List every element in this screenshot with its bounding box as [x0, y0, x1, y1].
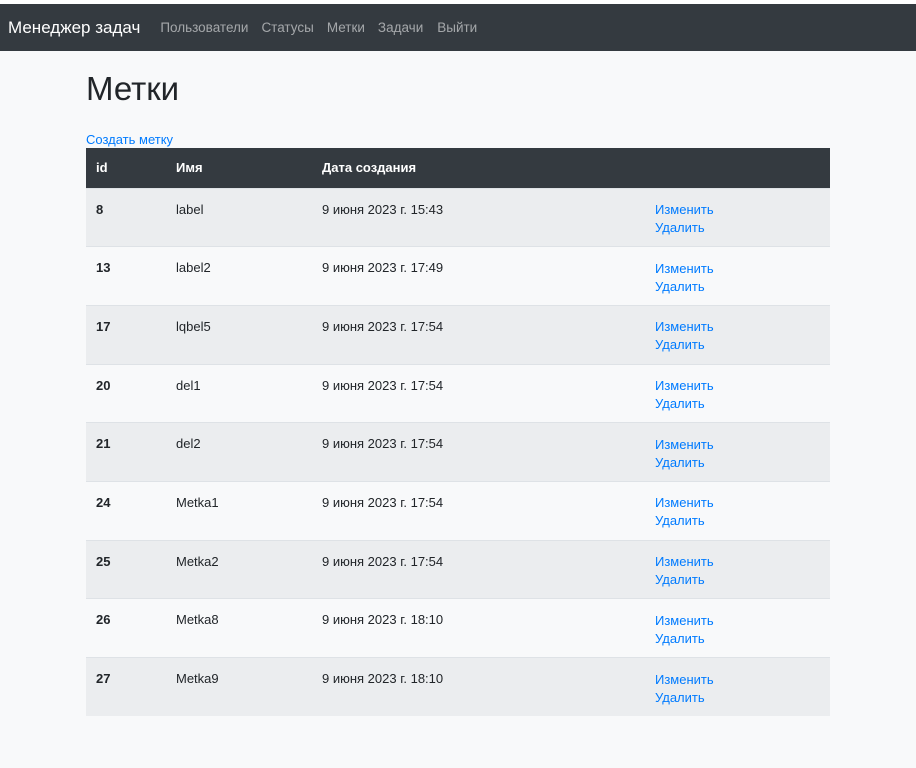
cell-created: 9 июня 2023 г. 17:54: [322, 377, 444, 393]
edit-link[interactable]: Изменить: [655, 259, 820, 279]
cell-id: 27: [96, 671, 111, 686]
delete-link[interactable]: Удалить: [655, 453, 820, 473]
edit-link[interactable]: Изменить: [655, 200, 820, 220]
nav-link-labels[interactable]: Метки: [327, 20, 365, 35]
cell-actions: Изменить Удалить: [645, 247, 830, 306]
cell-created: 9 июня 2023 г. 18:10: [322, 612, 444, 628]
cell-actions: Изменить Удалить: [645, 423, 830, 482]
cell-name: lqbel5: [176, 318, 211, 334]
cell-name: label: [176, 201, 204, 217]
table-row: 17 lqbel5 9 июня 2023 г. 17:54 Изменить …: [86, 305, 830, 365]
cell-name: Metka2: [176, 553, 219, 569]
nav-link-statuses[interactable]: Статусы: [261, 20, 313, 35]
edit-link[interactable]: Изменить: [655, 552, 820, 572]
cell-actions: Изменить Удалить: [645, 540, 830, 599]
cell-name: del2: [176, 436, 201, 452]
cell-actions: Изменить Удалить: [645, 481, 830, 540]
cell-created: 9 июня 2023 г. 17:54: [322, 494, 444, 510]
edit-link[interactable]: Изменить: [655, 317, 820, 337]
cell-created: 9 июня 2023 г. 17:49: [322, 260, 444, 276]
delete-link[interactable]: Удалить: [655, 570, 820, 590]
cell-id: 24: [96, 494, 111, 510]
table-row: 20 del1 9 июня 2023 г. 17:54 Изменить Уд…: [86, 364, 830, 423]
cell-created: 9 июня 2023 г. 17:54: [322, 436, 444, 452]
cell-name: label2: [176, 260, 211, 276]
nav-link-users[interactable]: Пользователи: [160, 20, 248, 35]
cell-created: 9 июня 2023 г. 15:43: [322, 201, 444, 217]
header-created: Дата создания: [322, 160, 417, 176]
table-header: id Имя Дата создания: [86, 148, 830, 188]
cell-created: 9 июня 2023 г. 18:10: [322, 671, 444, 686]
cell-actions: Изменить Удалить: [645, 188, 830, 247]
edit-link[interactable]: Изменить: [655, 611, 820, 631]
cell-id: 17: [96, 318, 111, 334]
cell-actions: Изменить Удалить: [645, 364, 830, 423]
cell-id: 13: [96, 260, 111, 276]
table-row: 27 Metka9 9 июня 2023 г. 18:10 Изменить …: [86, 657, 830, 717]
delete-link[interactable]: Удалить: [655, 688, 820, 708]
cell-id: 8: [96, 201, 104, 217]
header-name: Имя: [176, 160, 203, 176]
table-row: 21 del2 9 июня 2023 г. 17:54 Изменить Уд…: [86, 422, 830, 482]
cell-name: Metka9: [176, 671, 219, 686]
header-id: id: [96, 160, 108, 176]
table-header-row: id Имя Дата создания: [86, 148, 830, 188]
brand-link[interactable]: Менеджер задач: [8, 18, 140, 38]
table-row: 13 label2 9 июня 2023 г. 17:49 Изменить …: [86, 246, 830, 306]
top-navbar: Менеджер задач Пользователи Статусы Метк…: [0, 4, 916, 51]
cell-id: 25: [96, 553, 111, 569]
main-content: Метки Создать метку id Имя Дата создания…: [86, 51, 830, 717]
cell-id: 21: [96, 436, 111, 452]
header-actions: [645, 148, 830, 188]
cell-created: 9 июня 2023 г. 17:54: [322, 553, 444, 569]
cell-name: Metka8: [176, 612, 219, 628]
cell-actions: Изменить Удалить: [645, 658, 830, 717]
cell-created: 9 июня 2023 г. 17:54: [322, 318, 444, 334]
delete-link[interactable]: Удалить: [655, 218, 820, 238]
nav-links: Пользователи Статусы Метки Задачи Выйти: [160, 20, 490, 35]
logout-button[interactable]: Выйти: [437, 20, 477, 35]
edit-link[interactable]: Изменить: [655, 670, 820, 690]
cell-name: del1: [176, 377, 201, 393]
edit-link[interactable]: Изменить: [655, 435, 820, 455]
labels-table: id Имя Дата создания 8 label 9 июня 2023…: [86, 148, 830, 717]
cell-actions: Изменить Удалить: [645, 305, 830, 364]
table-body: 8 label 9 июня 2023 г. 15:43 Изменить Уд…: [86, 188, 830, 717]
table-row: 26 Metka8 9 июня 2023 г. 18:10 Изменить …: [86, 598, 830, 658]
delete-link[interactable]: Удалить: [655, 335, 820, 355]
edit-link[interactable]: Изменить: [655, 376, 820, 396]
create-label-link[interactable]: Создать метку: [86, 132, 830, 148]
page-title: Метки: [86, 70, 180, 107]
delete-link[interactable]: Удалить: [655, 277, 820, 297]
cell-id: 26: [96, 612, 111, 628]
table-row: 8 label 9 июня 2023 г. 15:43 Изменить Уд…: [86, 188, 830, 247]
table-row: 24 Metka1 9 июня 2023 г. 17:54 Изменить …: [86, 481, 830, 541]
delete-link[interactable]: Удалить: [655, 394, 820, 414]
delete-link[interactable]: Удалить: [655, 629, 820, 649]
nav-link-tasks[interactable]: Задачи: [378, 20, 423, 35]
delete-link[interactable]: Удалить: [655, 511, 820, 531]
table-row: 25 Metka2 9 июня 2023 г. 17:54 Изменить …: [86, 540, 830, 599]
cell-name: Metka1: [176, 494, 219, 510]
edit-link[interactable]: Изменить: [655, 493, 820, 513]
cell-id: 20: [96, 377, 111, 393]
cell-actions: Изменить Удалить: [645, 599, 830, 658]
